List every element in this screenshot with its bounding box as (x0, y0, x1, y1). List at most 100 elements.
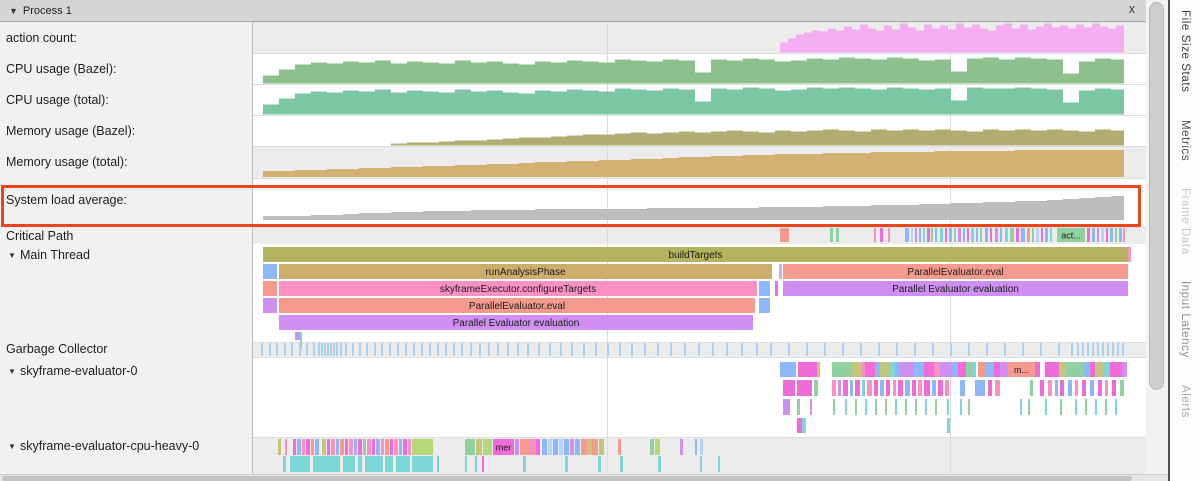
gc-event-tick[interactable] (583, 343, 585, 356)
trace-bar[interactable] (915, 228, 917, 242)
trace-bar[interactable] (976, 228, 978, 242)
gc-event-tick[interactable] (726, 343, 728, 356)
gc-event-tick[interactable] (538, 343, 540, 356)
trace-bar[interactable] (345, 439, 348, 455)
trace-bar[interactable] (536, 439, 540, 455)
trace-bar[interactable] (968, 399, 970, 415)
trace-bar[interactable] (340, 439, 344, 455)
gc-event-tick[interactable] (1022, 343, 1024, 356)
trace-bar[interactable] (263, 298, 277, 313)
trace-bar[interactable] (408, 439, 411, 455)
gc-event-tick[interactable] (932, 343, 934, 356)
counter-chart-action-count[interactable] (780, 24, 1124, 53)
trace-bar[interactable] (971, 228, 974, 242)
trace-bar[interactable] (658, 456, 661, 472)
gc-event-tick[interactable] (607, 343, 609, 356)
trace-bar[interactable] (598, 456, 601, 472)
counter-chart-cpu-total[interactable] (263, 88, 1124, 115)
gc-event-tick[interactable] (1102, 343, 1104, 356)
trace-bar[interactable] (358, 456, 362, 472)
trace-bar[interactable] (476, 439, 482, 455)
trace-bar[interactable] (718, 456, 720, 472)
gc-event-tick[interactable] (712, 343, 714, 356)
collapse-icon[interactable]: ▼ (8, 251, 20, 260)
trace-bar[interactable] (833, 399, 835, 415)
trace-bar[interactable] (814, 380, 818, 396)
trace-bar[interactable] (293, 439, 296, 455)
sidebar-tab-frame-data[interactable]: Frame Data (1179, 188, 1191, 255)
trace-bar[interactable] (914, 362, 924, 377)
gc-event-tick[interactable] (644, 343, 646, 356)
trace-bar[interactable] (331, 439, 335, 455)
gc-event-tick[interactable] (517, 343, 519, 356)
gc-event-tick[interactable] (359, 343, 361, 356)
trace-bar[interactable] (905, 228, 909, 242)
trace-bar[interactable] (465, 439, 475, 455)
trace-bar[interactable] (581, 439, 587, 455)
trace-bar[interactable] (830, 228, 833, 242)
trace-bar[interactable] (938, 380, 943, 396)
trace-bar[interactable] (862, 380, 865, 396)
trace-bar[interactable] (852, 362, 861, 377)
gc-event-tick[interactable] (366, 343, 368, 356)
trace-bar[interactable] (1050, 228, 1052, 242)
track-label-critical-path[interactable]: Critical Path (0, 227, 252, 244)
gc-event-tick[interactable] (1112, 343, 1114, 356)
trace-bar[interactable] (399, 439, 402, 455)
gc-event-tick[interactable] (756, 343, 758, 356)
gc-event-tick[interactable] (318, 343, 320, 356)
trace-bar[interactable] (1090, 362, 1095, 377)
trace-bar[interactable] (945, 380, 949, 396)
trace-bar[interactable] (1098, 380, 1102, 396)
trace-bar[interactable] (1092, 228, 1095, 242)
trace-bar[interactable] (972, 362, 976, 377)
trace-bar[interactable] (1106, 228, 1108, 242)
trace-bar[interactable] (343, 456, 355, 472)
trace-bar[interactable] (1084, 362, 1090, 377)
trace-bar[interactable] (990, 228, 992, 242)
gc-event-tick[interactable] (437, 343, 439, 356)
gc-event-tick[interactable] (497, 343, 499, 356)
trace-bar[interactable] (915, 399, 917, 415)
trace-bar[interactable] (354, 439, 357, 455)
gc-event-tick[interactable] (421, 343, 423, 356)
trace-bar[interactable] (1075, 399, 1077, 415)
trace-bar[interactable] (900, 362, 914, 377)
trace-bar[interactable] (278, 439, 281, 455)
trace-bar[interactable] (995, 380, 1000, 396)
trace-bar[interactable] (1036, 228, 1039, 242)
gc-event-tick[interactable] (261, 343, 263, 356)
trace-bar[interactable] (952, 362, 958, 377)
gc-event-tick[interactable] (1122, 343, 1124, 356)
trace-bar[interactable] (885, 399, 887, 415)
trace-bar[interactable] (927, 228, 930, 242)
gc-event-tick[interactable] (470, 343, 472, 356)
trace-bar[interactable] (995, 228, 998, 242)
trace-bar[interactable] (1068, 380, 1072, 396)
gc-event-tick[interactable] (1004, 343, 1006, 356)
trace-bar[interactable] (412, 439, 433, 455)
trace-bar[interactable] (302, 439, 305, 455)
trace-bar[interactable] (1105, 380, 1108, 396)
track-label-cpu-usage-total[interactable]: CPU usage (total): (0, 84, 252, 115)
trace-bar[interactable] (895, 399, 897, 415)
trace-bar[interactable] (867, 380, 872, 396)
gc-event-tick[interactable] (389, 343, 391, 356)
trace-bar[interactable] (836, 228, 839, 242)
trace-bar[interactable] (843, 380, 848, 396)
trace-bar[interactable] (1120, 380, 1124, 396)
trace-bar[interactable] (985, 228, 988, 242)
horizontal-scrollbar[interactable] (0, 474, 1168, 481)
trace-bar[interactable] (810, 399, 812, 415)
gc-event-tick[interactable] (1040, 343, 1042, 356)
trace-bar[interactable] (1110, 362, 1122, 377)
gc-event-tick[interactable] (461, 343, 463, 356)
trace-bar[interactable] (905, 399, 907, 415)
trace-bar[interactable] (947, 418, 950, 433)
trace-bar[interactable] (365, 456, 383, 472)
trace-bar[interactable] (327, 439, 330, 455)
trace-bar[interactable] (832, 380, 836, 396)
gc-event-tick[interactable] (507, 343, 509, 356)
trace-bar[interactable] (912, 380, 916, 396)
trace-bar[interactable] (1021, 228, 1025, 242)
